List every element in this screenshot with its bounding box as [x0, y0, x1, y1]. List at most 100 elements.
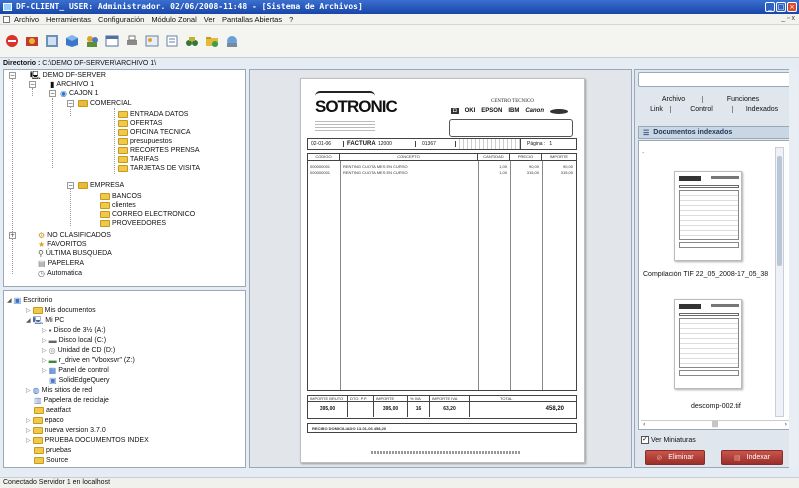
- cube-icon[interactable]: [64, 34, 79, 49]
- tree-ultima-busqueda[interactable]: ⚲ ÚLTIMA BUSQUEDA: [38, 249, 112, 258]
- network-icon[interactable]: [224, 34, 239, 49]
- menu-configuracion[interactable]: Configuración: [98, 15, 144, 24]
- tree-item-tarifas[interactable]: TARIFAS: [118, 155, 159, 164]
- explorer-drive-z[interactable]: ▷ ▬ r_drive en "Vboxsvr" (Z:): [42, 356, 135, 365]
- explorer-solidedge[interactable]: ▣ SolidEdgeQuery: [49, 376, 110, 385]
- explorer-folder-source[interactable]: Source: [34, 456, 68, 465]
- company-address: [315, 119, 375, 133]
- folder-icon[interactable]: [204, 34, 219, 49]
- expander-archive[interactable]: −: [29, 81, 36, 88]
- thumbnail-list[interactable]: - Compilación TIF 22_05_2008-17_05_38 de…: [638, 140, 791, 430]
- expander-server[interactable]: −: [9, 72, 16, 79]
- image-icon[interactable]: [144, 34, 159, 49]
- explorer-control-panel[interactable]: ▷ ▦ Panel de control: [42, 366, 109, 375]
- tree-item-recortes-prensa[interactable]: RECORTES PRENSA: [118, 146, 200, 155]
- folder-icon: [118, 138, 128, 145]
- menu-pantallas-abiertas[interactable]: Pantallas Abiertas: [222, 15, 282, 24]
- menu-herramientas[interactable]: Herramientas: [46, 15, 91, 24]
- search-icon: ⚲: [38, 248, 44, 258]
- window-icon[interactable]: [104, 34, 119, 49]
- search-box[interactable]: [638, 72, 791, 87]
- horizontal-scrollbar[interactable]: ‹ ||| ›: [641, 420, 789, 429]
- tree-item-clientes[interactable]: clientes: [100, 201, 136, 210]
- tree-papelera[interactable]: ▤ PAPELERA: [38, 259, 84, 268]
- folder-icon: [32, 307, 43, 314]
- total-net: 395,00: [374, 402, 408, 417]
- explorer-my-pc[interactable]: ◢ 🖳 Mi PC: [26, 316, 64, 325]
- directory-bar: Directorio : C:\DEMO DF-SERVER\ARCHIVO 1…: [0, 58, 799, 69]
- expander-no-clasificados[interactable]: +: [9, 232, 16, 239]
- scroll-left-icon[interactable]: ‹: [643, 421, 645, 429]
- tree-comercial[interactable]: COMERCIAL: [78, 99, 132, 108]
- document-icon[interactable]: [164, 34, 179, 49]
- expander-comercial[interactable]: −: [67, 100, 74, 107]
- print-icon[interactable]: [124, 34, 139, 49]
- tree-archive[interactable]: ▮ ARCHIVO 1: [50, 80, 94, 89]
- tree-item-oficina-tecnica[interactable]: OFICINA TECNICA: [118, 128, 191, 137]
- menu-archivo[interactable]: Archivo: [14, 15, 39, 24]
- delete-button[interactable]: ⊘ Eliminar: [645, 450, 705, 465]
- app-icon: [3, 3, 12, 11]
- explorer-desktop[interactable]: ◢ ▣ Escritorio: [7, 296, 52, 305]
- brand-logo: ◘: [451, 108, 459, 114]
- scan-icon[interactable]: [44, 34, 59, 49]
- miniaturas-toggle[interactable]: ✓ Ver Miniaturas: [641, 436, 696, 444]
- folder-icon: [100, 202, 110, 209]
- tab-link[interactable]: Link: [643, 106, 671, 113]
- explorer-network[interactable]: ▷ ◍ Mis sitios de red: [26, 386, 92, 395]
- explorer-folder-epaco[interactable]: ▷ epaco: [26, 416, 64, 425]
- tab-archivo[interactable]: Archivo: [645, 96, 703, 103]
- explorer-drive-c[interactable]: ▷ ▬ Disco local (C:): [42, 336, 106, 345]
- tree-item-entrada-datos[interactable]: ENTRADA DATOS: [118, 110, 188, 119]
- menu-help[interactable]: ?: [289, 15, 293, 24]
- stop-icon[interactable]: [4, 34, 19, 49]
- tree-item-bancos[interactable]: BANCOS: [100, 192, 142, 201]
- explorer-my-docs[interactable]: ▷ Mis documentos: [26, 306, 96, 315]
- thumbnail-1[interactable]: [674, 171, 742, 261]
- maximize-button[interactable]: □: [776, 2, 786, 12]
- scroll-right-icon[interactable]: ›: [785, 421, 787, 429]
- center-label: CENTRO TECNICO: [491, 99, 534, 104]
- preferences-icon[interactable]: [24, 34, 39, 49]
- tree-server[interactable]: 🖳 DEMO DF-SERVER: [30, 71, 106, 80]
- close-button[interactable]: ×: [787, 2, 797, 12]
- section-title: Documentos indexados: [653, 129, 733, 136]
- binoculars-icon[interactable]: [184, 34, 199, 49]
- tab-funciones[interactable]: Funciones: [703, 96, 783, 103]
- gear-icon: ⚙: [38, 230, 46, 240]
- expander-empresa[interactable]: −: [67, 182, 74, 189]
- explorer-drive-d[interactable]: ▷ ◎ Unidad de CD (D:): [42, 346, 115, 355]
- explorer-recycle[interactable]: ▥ Papelera de reciclaje: [34, 396, 109, 405]
- tree-cajon[interactable]: ◉ CAJON 1: [60, 89, 99, 98]
- explorer-folder-aeatfact[interactable]: aeatfact: [34, 406, 71, 415]
- tree-favoritos[interactable]: ★ FAVORITOS: [38, 240, 87, 249]
- miniaturas-checkbox[interactable]: ✓: [641, 436, 649, 444]
- explorer-folder-pruebas[interactable]: pruebas: [34, 446, 71, 455]
- explorer-drive-a[interactable]: ▷ ▪ Disco de 3½ (A:): [42, 326, 106, 335]
- scrollbar-thumb[interactable]: [777, 156, 782, 266]
- tree-item-correo[interactable]: CORREO ELECTRONICO: [100, 210, 195, 219]
- menu-bar: Archivo Herramientas Configuración Módul…: [0, 14, 799, 25]
- tree-item-ofertas[interactable]: OFERTAS: [118, 119, 162, 128]
- expander-cajon[interactable]: −: [49, 90, 56, 97]
- thumbnail-2[interactable]: [674, 299, 742, 389]
- window-scrollbar[interactable]: [789, 69, 798, 468]
- tree-empresa[interactable]: EMPRESA: [78, 181, 124, 190]
- users-icon[interactable]: [84, 34, 99, 49]
- tree-item-proveedores[interactable]: PROVEEDORES: [100, 219, 166, 228]
- explorer-folder-prueba-index[interactable]: ▷ PRUEBA DOCUMENTOS INDEX: [26, 436, 149, 445]
- minimize-button[interactable]: _: [765, 2, 775, 12]
- tab-control[interactable]: Control: [671, 106, 733, 113]
- tree-automatica[interactable]: ◷ Automatica: [38, 269, 82, 278]
- tab-indexados[interactable]: Indexados: [733, 106, 791, 113]
- menu-modulo-zonal[interactable]: Módulo Zonal: [151, 15, 196, 24]
- folder-icon: [100, 220, 110, 227]
- thumbnail-scrollbar[interactable]: [775, 147, 784, 417]
- tree-item-tarjetas-visita[interactable]: TARJETAS DE VISITA: [118, 164, 200, 173]
- index-button[interactable]: ▤ Indexar: [721, 450, 783, 465]
- tree-item-presupuestos[interactable]: presupuestos: [118, 137, 172, 146]
- mdi-controls[interactable]: _ ▫ x: [781, 15, 795, 22]
- menu-ver[interactable]: Ver: [204, 15, 215, 24]
- explorer-folder-nueva-version[interactable]: ▷ nueva version 3.7.0: [26, 426, 106, 435]
- tree-no-clasificados[interactable]: ⚙ NO CLASIFICADOS: [38, 231, 111, 240]
